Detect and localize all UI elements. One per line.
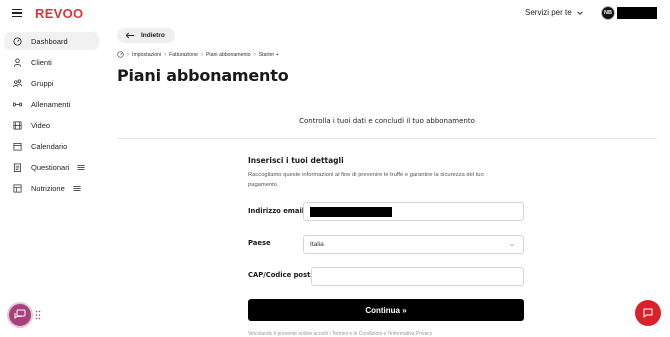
sidebar-item-label: Gruppi [31,78,54,88]
sidebar-item-label: Dashboard [31,36,68,46]
avatar: NB [601,6,615,20]
arrow-left-icon [125,32,135,39]
breadcrumb-starter: Starter + [258,51,279,58]
user-icon [12,57,22,67]
tag-icon [73,185,81,192]
breadcrumb-impostazioni[interactable]: Impostazioni [132,52,161,58]
group-icon [12,78,22,88]
drag-handle-icon[interactable] [35,310,41,320]
services-label: Servizi per te [525,8,572,17]
sidebar-item-clienti[interactable]: Clienti [4,53,99,71]
country-select[interactable]: Italia [303,235,524,254]
nutrition-icon [12,183,22,193]
sidebar-item-label: Nutrizione [31,183,65,193]
chevron-down-icon [509,243,515,247]
sidebar-item-video[interactable]: Video [4,116,99,134]
chevron-right-icon: › [200,51,203,58]
page-title: Piani abbonamento [117,66,289,85]
sidebar-item-label: Clienti [31,57,52,67]
user-menu[interactable]: NB [601,6,657,20]
sidebar-item-nutrizione[interactable]: Nutrizione [4,179,99,197]
divider [117,138,657,139]
support-chat-button[interactable] [635,300,661,326]
dashboard-gauge-icon[interactable] [117,51,124,58]
sidebar-item-questionari[interactable]: Questionari [4,158,99,176]
user-name-redacted [617,7,657,19]
sidebar-item-label: Video [31,120,51,130]
country-label: Paese [248,239,271,247]
sidebar-item-dashboard[interactable]: Dashboard [4,32,99,50]
chat-icon [643,308,653,318]
logo[interactable]: REVOO [35,6,83,21]
clipboard-icon [12,162,22,172]
chevron-right-icon: › [253,51,256,58]
email-field[interactable] [303,202,524,221]
breadcrumb-fatturazione[interactable]: Fatturazione [169,52,198,58]
chevron-down-icon [576,10,583,15]
terms-text: Veicolando il presente ordine accetti i … [248,331,433,337]
form-title: Inserisci i tuoi dettagli [248,156,344,165]
continue-button[interactable]: Continua » [248,299,524,321]
form-description: Raccogliamo queste informazioni al fine … [248,172,484,188]
chevron-right-icon: › [164,51,167,58]
sidebar-item-label: Questionari [31,162,70,172]
sidebar-item-gruppi[interactable]: Gruppi [4,74,99,92]
back-label: Indietro [141,32,165,39]
country-value: Italia [310,241,324,248]
breadcrumb-piani-abbonamento[interactable]: Piani abbonamento [206,52,251,58]
sidebar: Dashboard Clienti Gruppi Allenamenti Vid… [0,28,108,337]
sidebar-item-allenamenti[interactable]: Allenamenti [4,95,99,113]
sidebar-item-label: Allenamenti [31,99,71,109]
hamburger-menu-icon[interactable] [12,9,22,18]
film-icon [12,120,22,130]
email-label: Indirizzo email [248,207,305,215]
email-value-redacted [310,207,392,217]
services-dropdown[interactable]: Servizi per te [525,8,584,17]
sidebar-item-calendario[interactable]: Calendario [4,137,99,155]
checkout-subtitle: Controlla i tuoi dati e concludi il tuo … [299,117,475,125]
tag-icon [77,164,85,171]
chat-widget-button[interactable] [7,302,33,328]
calendar-icon [12,141,22,151]
chat-bubbles-icon [14,309,26,319]
back-button[interactable]: Indietro [117,28,175,43]
dashboard-gauge-icon [12,36,22,46]
top-bar: REVOO Servizi per te NB [0,0,670,28]
zip-field[interactable] [311,267,524,286]
chevron-right-icon: › [127,51,129,58]
breadcrumb: › Impostazioni › Fatturazione › Piani ab… [117,51,279,58]
sidebar-item-label: Calendario [31,141,68,151]
dumbbell-icon [12,99,22,109]
